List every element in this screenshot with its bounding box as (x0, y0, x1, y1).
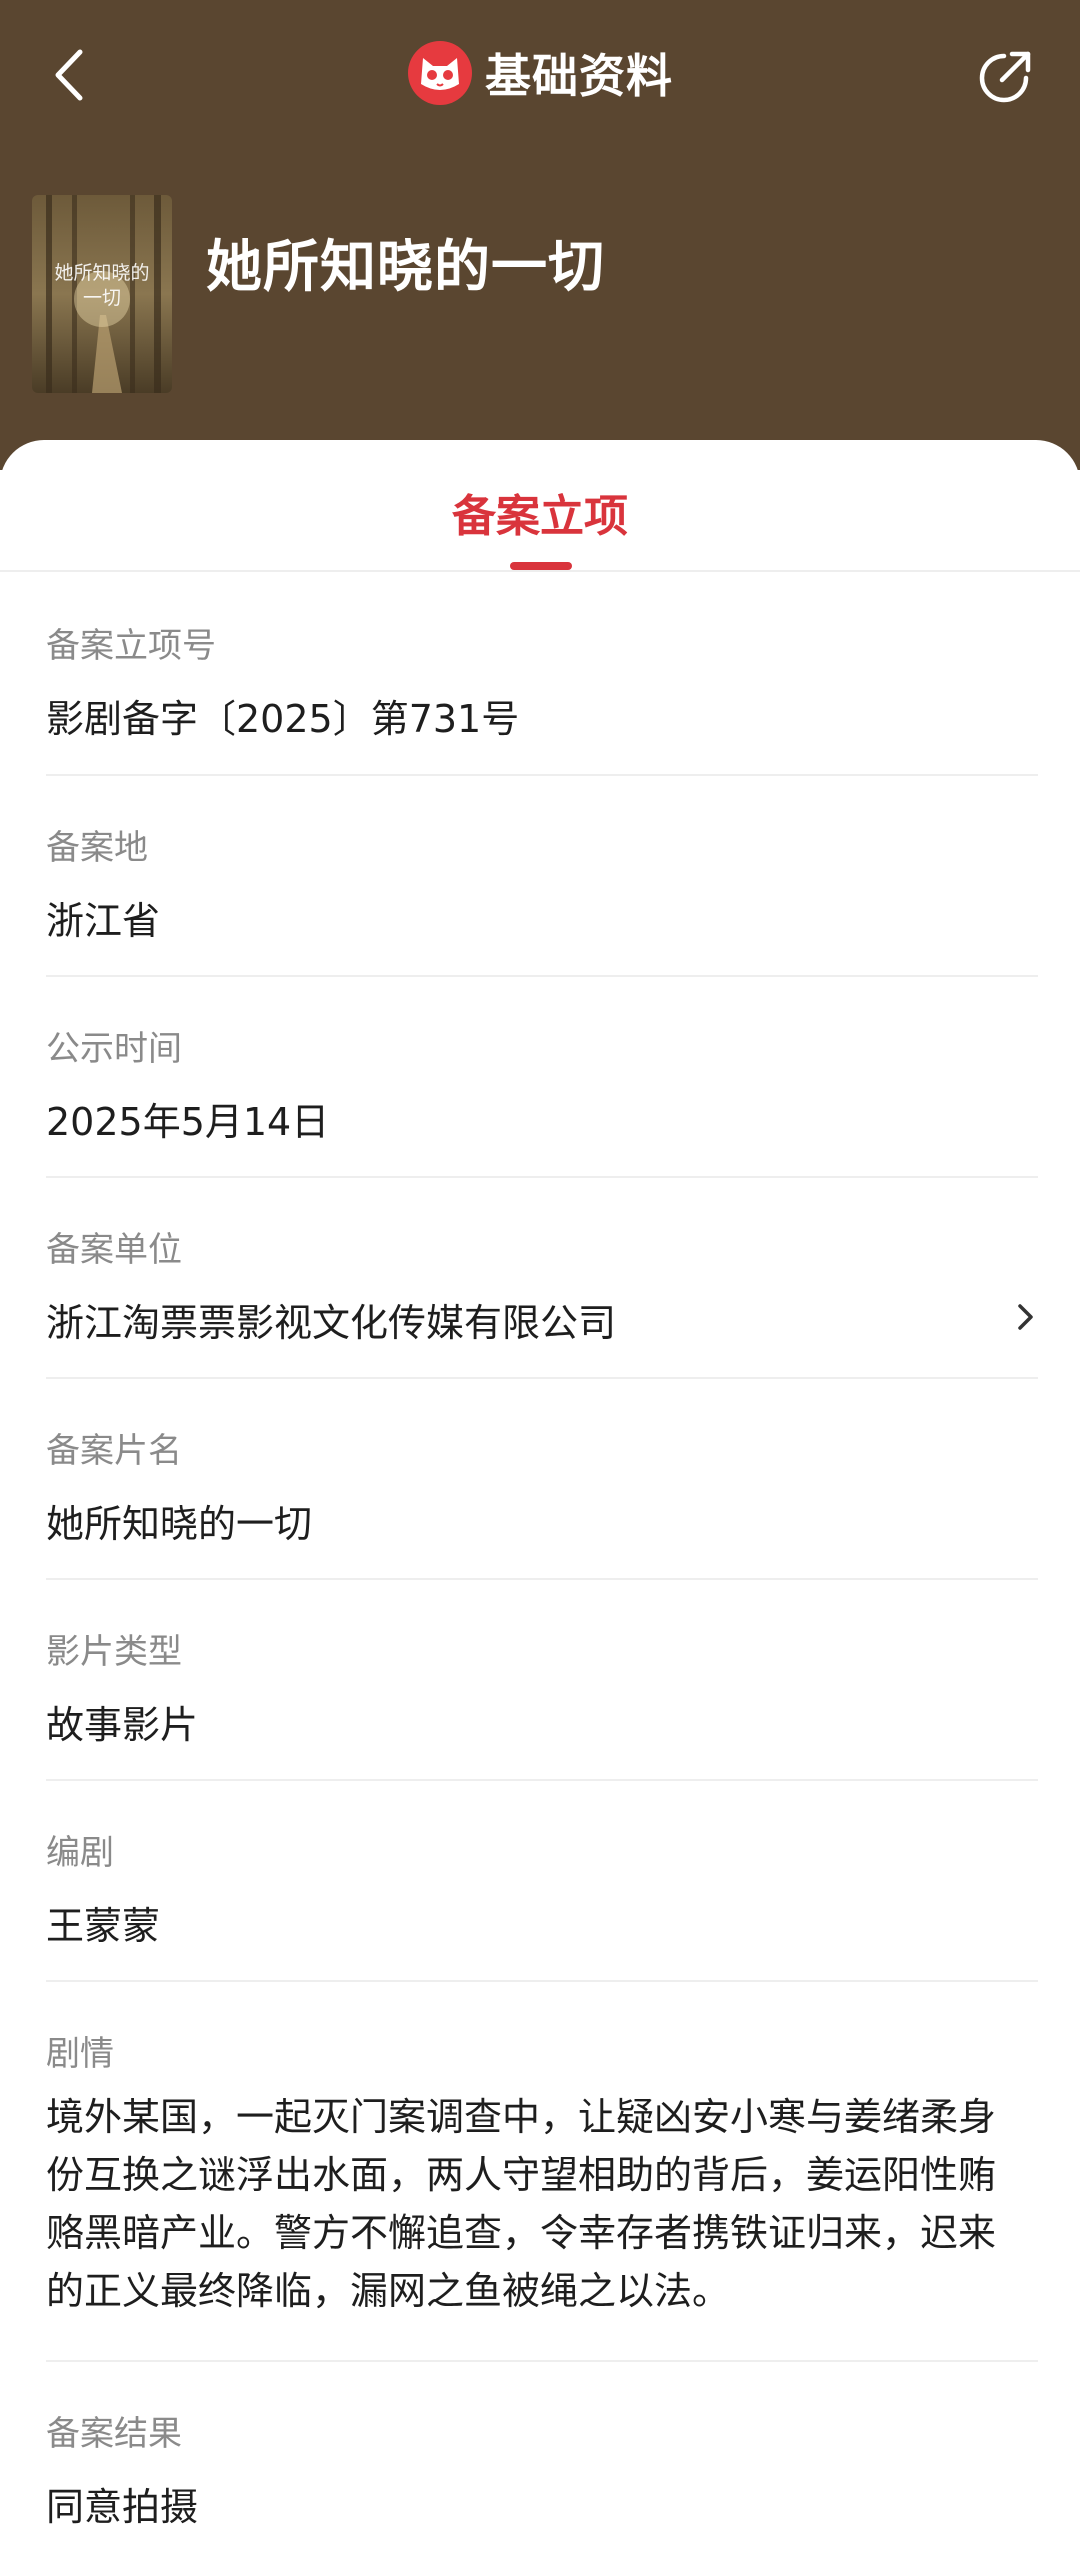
share-button[interactable] (974, 44, 1038, 108)
field-label: 编剧 (46, 1833, 114, 1873)
field-filing-number: 备案立项号 影剧备字〔2025〕第731号 (46, 574, 1038, 776)
tab-filing-project[interactable]: 备案立项 (0, 480, 1080, 544)
field-label: 备案片名 (46, 1431, 182, 1471)
field-filing-title: 备案片名 她所知晓的一切 (46, 1379, 1038, 1580)
field-publish-date: 公示时间 2025年5月14日 (46, 977, 1038, 1178)
field-synopsis: 剧情 境外某国，一起灭门案调查中，让疑凶安小寒与姜绪柔身 份互换之谜浮出水面，两… (46, 1982, 1038, 2362)
top-bar: 基础资料 (0, 30, 1080, 120)
field-film-type: 影片类型 故事影片 (46, 1580, 1038, 1781)
field-value: 浙江淘票票影视文化传媒有限公司 (46, 1301, 617, 1345)
field-value: 影剧备字〔2025〕第731号 (46, 697, 520, 741)
field-label: 剧情 (46, 2034, 114, 2074)
tab-bar: 备案立项 (0, 440, 1080, 572)
field-value: 故事影片 (46, 1703, 199, 1747)
page: 基础资料 她所知晓的 一切 她所知晓的一切 备案立项 备案立项号 影剧备字〔20… (0, 0, 1080, 2571)
content-sheet: 备案立项 备案立项号 影剧备字〔2025〕第731号 备案地 浙江省 公示时间 … (0, 440, 1080, 2571)
cat-logo-icon (408, 41, 472, 105)
share-icon (979, 51, 1031, 103)
field-label: 影片类型 (46, 1632, 182, 1672)
header-hero: 基础资料 她所知晓的 一切 她所知晓的一切 (0, 0, 1080, 470)
field-value: 浙江省 (46, 899, 161, 943)
field-value: 王蒙蒙 (46, 1904, 161, 1948)
field-label: 备案立项号 (46, 626, 216, 666)
field-filing-company[interactable]: 备案单位 浙江淘票票影视文化传媒有限公司 (46, 1178, 1038, 1379)
synopsis-line: 的正义最终降临，漏网之鱼被绳之以法。 (46, 2269, 731, 2313)
field-filing-location: 备案地 浙江省 (46, 776, 1038, 977)
field-value: 同意拍摄 (46, 2485, 199, 2529)
chevron-right-icon (1018, 1304, 1033, 1330)
synopsis-line: 份互换之谜浮出水面，两人守望相助的背后，姜运阳性贿 (46, 2153, 997, 2197)
synopsis-line: 赂黑暗产业。警方不懈追查，令幸存者携铁证归来，迟来 (46, 2211, 997, 2255)
field-label: 备案地 (46, 828, 148, 868)
field-screenwriter: 编剧 王蒙蒙 (46, 1781, 1038, 1982)
brand: 基础资料 (0, 40, 1080, 106)
field-label: 备案结果 (46, 2414, 182, 2454)
synopsis-line: 境外某国，一起灭门案调查中，让疑凶安小寒与姜绪柔身 (46, 2095, 997, 2139)
movie-poster[interactable]: 她所知晓的 一切 (32, 195, 172, 393)
page-title: 基础资料 (485, 49, 673, 103)
tab-active-indicator (510, 562, 572, 570)
field-filing-result: 备案结果 同意拍摄 (46, 2362, 1038, 2571)
field-value: 2025年5月14日 (46, 1100, 330, 1144)
field-value: 境外某国，一起灭门案调查中，让疑凶安小寒与姜绪柔身 份互换之谜浮出水面，两人守望… (46, 2088, 1038, 2320)
movie-title: 她所知晓的一切 (206, 235, 605, 300)
poster-title: 她所知晓的 一切 (54, 262, 150, 309)
field-label: 备案单位 (46, 1230, 182, 1270)
field-value: 她所知晓的一切 (46, 1502, 313, 1546)
field-list: 备案立项号 影剧备字〔2025〕第731号 备案地 浙江省 公示时间 2025年… (46, 574, 1038, 2571)
field-label: 公示时间 (46, 1029, 182, 1069)
